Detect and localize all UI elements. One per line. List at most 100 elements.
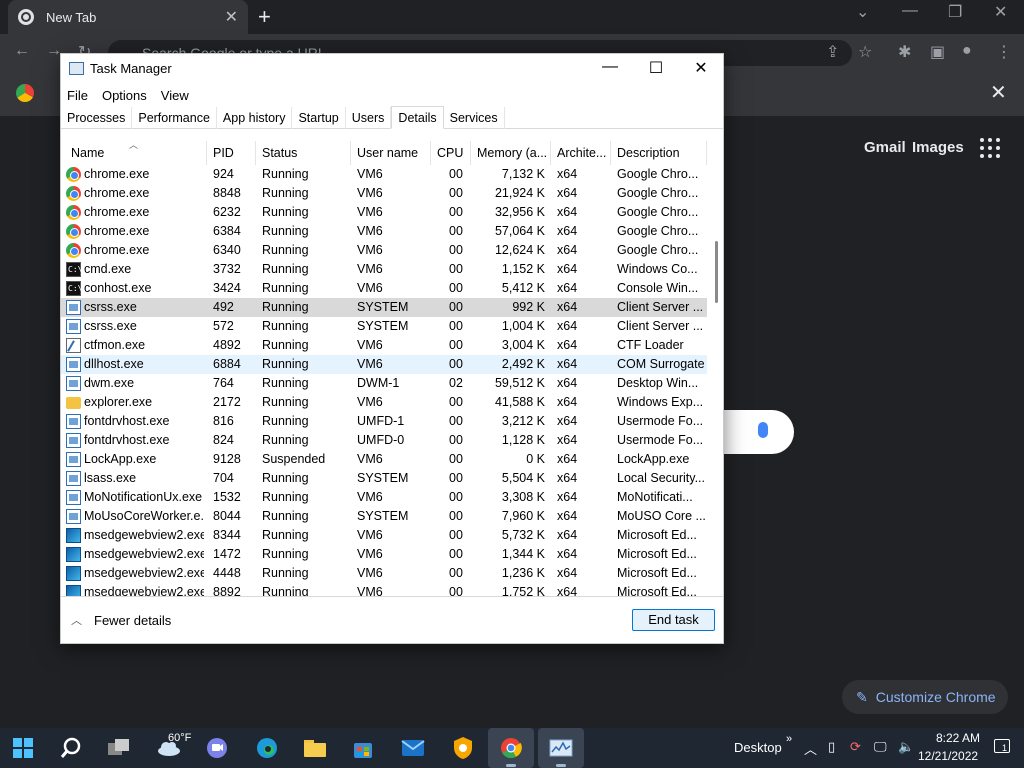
tab-processes[interactable]: Processes [61, 106, 133, 129]
table-row[interactable]: dllhost.exe 6884 Running VM6 00 2,492 K x64 COM… [61, 355, 707, 374]
volume-icon[interactable]: 🔈 [898, 739, 914, 755]
back-arrow-icon[interactable]: ← [14, 42, 30, 60]
end-task-button[interactable]: End task [632, 609, 715, 631]
tab-startup[interactable]: Startup [292, 106, 346, 129]
cell-mem: 1,344 K [501, 547, 545, 561]
close-icon[interactable]: ✕ [686, 58, 716, 78]
cell-name: ctfmon.exe [84, 338, 146, 352]
cell-name: chrome.exe [84, 186, 150, 200]
search-icon[interactable] [48, 728, 94, 768]
teams-chat-icon[interactable] [194, 728, 240, 768]
table-row[interactable]: conhost.exe 3424 Running VM6 00 5,412 K x64 Con… [61, 279, 707, 298]
table-row[interactable]: csrss.exe 492 Running SYSTEM 00 992 K x64 Clien… [61, 298, 707, 317]
desktop-toolbar-label[interactable]: Desktop [734, 740, 782, 755]
banner-close-icon[interactable]: ✕ [990, 80, 1007, 105]
chrome-minimize-icon[interactable]: — [902, 2, 918, 20]
tab-performance[interactable]: Performance [132, 106, 217, 129]
table-row[interactable]: chrome.exe 6232 Running VM6 00 32,956 K x64 Goo… [61, 203, 707, 222]
column-header-cpu[interactable]: CPU [431, 141, 471, 165]
table-row[interactable]: csrss.exe 572 Running SYSTEM 00 1,004 K x64 Cli… [61, 317, 707, 336]
task-manager-taskbar-icon[interactable] [538, 728, 584, 768]
menu-file[interactable]: File [67, 88, 88, 103]
maximize-icon[interactable]: ☐ [641, 58, 671, 78]
show-hidden-icons-chevron-icon[interactable]: ︿ [804, 739, 817, 758]
tab-app-history[interactable]: App history [217, 106, 293, 129]
table-row[interactable]: msedgewebview2.exe 8344 Running VM6 00 5,732 … [61, 526, 707, 545]
table-row[interactable]: fontdrvhost.exe 824 Running UMFD-0 00 1,128 K… [61, 431, 707, 450]
start-windows-icon[interactable] [0, 728, 46, 768]
table-row[interactable]: msedgewebview2.exe 8892 Running VM6 00 1,752 … [61, 583, 707, 596]
file-explorer-icon[interactable] [292, 728, 338, 768]
network-icon[interactable]: 🖵 [874, 739, 887, 755]
side-panel-icon[interactable]: ▣ [930, 42, 945, 62]
google-apps-grid-icon[interactable] [980, 138, 1000, 158]
column-header-status[interactable]: Status [256, 141, 351, 165]
tab-search-chevron-icon[interactable]: ⌄ [856, 2, 869, 22]
clock-time[interactable]: 8:22 AM [922, 731, 980, 745]
table-row[interactable]: chrome.exe 8848 Running VM6 00 21,924 K x64 Goo… [61, 184, 707, 203]
sync-error-icon[interactable]: ⟳ [850, 739, 861, 755]
clock-date[interactable]: 12/21/2022 [918, 749, 984, 763]
vpn-shield-icon[interactable] [440, 728, 486, 768]
extensions-puzzle-icon[interactable]: ✱ [898, 42, 911, 62]
column-header-memory[interactable]: Memory (a... [471, 141, 551, 165]
table-row[interactable]: ctfmon.exe 4892 Running VM6 00 3,004 K x64 CTF … [61, 336, 707, 355]
table-row[interactable]: dwm.exe 764 Running DWM-1 02 59,512 K x64 Deskt… [61, 374, 707, 393]
menu-options[interactable]: Options [102, 88, 147, 103]
chrome-taskbar-icon[interactable] [488, 728, 534, 768]
edge-browser-icon[interactable] [244, 728, 290, 768]
table-row[interactable]: chrome.exe 6384 Running VM6 00 57,064 K x64 Goo… [61, 222, 707, 241]
cell-desc: LockApp.exe [617, 452, 690, 466]
chrome-restore-icon[interactable]: ❐ [948, 2, 962, 22]
minimize-icon[interactable]: — [595, 58, 625, 76]
table-row[interactable]: chrome.exe 6340 Running VM6 00 12,624 K x64 Goo… [61, 241, 707, 260]
table-row[interactable]: msedgewebview2.exe 4448 Running VM6 00 1,236 … [61, 564, 707, 583]
cell-mem: 7,132 K [501, 167, 545, 181]
column-header-pid[interactable]: PID [207, 141, 256, 165]
tab-users[interactable]: Users [346, 106, 392, 129]
column-header-description[interactable]: Description [611, 141, 707, 165]
cell-pid: 6340 [213, 243, 241, 257]
table-row[interactable]: MoNotificationUx.exe 1532 Running VM6 00 3,30… [61, 488, 707, 507]
mail-icon[interactable] [390, 728, 436, 768]
images-link[interactable]: Images [912, 139, 964, 156]
profile-avatar-icon[interactable]: ● [962, 42, 972, 60]
share-icon[interactable]: ⇪ [826, 42, 839, 62]
column-header-architecture[interactable]: Archite... [551, 141, 611, 165]
tablet-icon[interactable]: ▯ [828, 739, 835, 755]
desktop-toolbar-expand-icon[interactable]: » [786, 733, 792, 745]
cell-status: Running [262, 262, 309, 276]
table-row[interactable]: LockApp.exe 9128 Suspended VM6 00 0 K x64 LockA… [61, 450, 707, 469]
scrollbar-thumb[interactable] [715, 241, 718, 303]
new-tab-plus-icon[interactable]: + [258, 4, 271, 30]
table-row[interactable]: cmd.exe 3732 Running VM6 00 1,152 K x64 Windows… [61, 260, 707, 279]
notification-center-icon[interactable]: 1 [994, 739, 1010, 756]
chrome-close-icon[interactable]: ✕ [994, 2, 1007, 22]
cell-desc: Google Chro... [617, 224, 699, 238]
table-row[interactable]: fontdrvhost.exe 816 Running UMFD-1 00 3,212 K… [61, 412, 707, 431]
cell-user: VM6 [357, 490, 383, 504]
chrome-tab-new-tab[interactable]: New Tab ✕ [8, 0, 248, 34]
vertical-scrollbar[interactable] [712, 141, 723, 597]
table-row[interactable]: lsass.exe 704 Running SYSTEM 00 5,504 K x64 Loc… [61, 469, 707, 488]
voice-search-mic-icon[interactable] [758, 422, 768, 438]
fewer-details-button[interactable]: ︿ Fewer details [71, 612, 171, 628]
table-row[interactable]: explorer.exe 2172 Running VM6 00 41,588 K x64 W… [61, 393, 707, 412]
table-row[interactable]: chrome.exe 924 Running VM6 00 7,132 K x64 Googl… [61, 165, 707, 184]
microsoft-store-icon[interactable] [340, 728, 386, 768]
customize-chrome-button[interactable]: ✎ Customize Chrome [842, 680, 1008, 714]
tab-services[interactable]: Services [444, 106, 505, 129]
chrome-menu-kebab-icon[interactable]: ⋮ [996, 42, 1012, 62]
task-view-icon[interactable] [96, 728, 142, 768]
column-header-user-name[interactable]: User name [351, 141, 431, 165]
chrome-process-icon [66, 167, 81, 182]
menu-view[interactable]: View [161, 88, 189, 103]
column-header-name[interactable]: Name [65, 141, 207, 165]
table-row[interactable]: MoUsoCoreWorker.e... 8044 Running SYSTEM 00 7… [61, 507, 707, 526]
tab-details[interactable]: Details [391, 106, 444, 129]
bookmark-star-icon[interactable]: ☆ [858, 42, 872, 62]
cell-name: msedgewebview2.exe [84, 547, 204, 561]
gmail-link[interactable]: Gmail [864, 139, 906, 156]
table-row[interactable]: msedgewebview2.exe 1472 Running VM6 00 1,344 … [61, 545, 707, 564]
close-tab-icon[interactable]: ✕ [225, 7, 238, 27]
